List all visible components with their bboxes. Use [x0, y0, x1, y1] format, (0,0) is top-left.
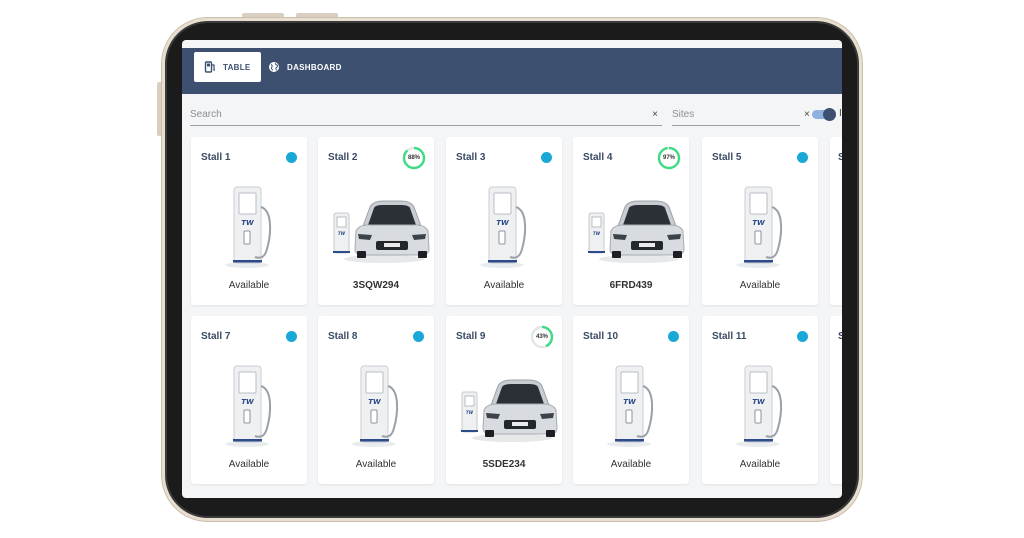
stall-name: Stall 1: [201, 152, 231, 163]
stall-name: Stall 3: [456, 152, 486, 163]
stall-status: Available: [739, 459, 781, 470]
stall-status: Available: [610, 459, 652, 470]
stall-card-partial[interactable]: S: [830, 137, 842, 305]
toggle-label: I: [839, 108, 842, 119]
stall-status: Available: [739, 280, 781, 291]
globe-icon: [269, 62, 279, 72]
clear-sites-button[interactable]: ×: [804, 109, 810, 120]
stall-card[interactable]: Stall 7 TW Available: [191, 316, 307, 484]
sites-input[interactable]: [672, 105, 804, 124]
ev-charger-image: TW: [191, 177, 307, 272]
stall-card[interactable]: Stall 2 88% TW 3SQW294: [318, 137, 434, 305]
toggle-knob: [823, 108, 836, 121]
stall-status: Available: [355, 459, 397, 470]
stall-name: Stall 9: [456, 331, 486, 342]
car-charging-image: TW: [573, 177, 689, 272]
charge-progress-ring: 88%: [402, 146, 426, 170]
svg-text:TW: TW: [241, 219, 254, 227]
stall-status: Available: [228, 459, 270, 470]
stall-card[interactable]: Stall 8 TW Available: [318, 316, 434, 484]
stall-name-partial: S: [838, 152, 842, 163]
available-status-dot: [541, 152, 552, 163]
stall-card[interactable]: Stall 4 97% TW 6FRD439: [573, 137, 689, 305]
available-status-dot: [797, 331, 808, 342]
stall-name: Stall 5: [712, 152, 742, 163]
ev-charger-icon: [204, 61, 215, 73]
svg-text:TW: TW: [752, 398, 765, 406]
charge-percent-label: 43%: [535, 334, 548, 340]
svg-text:TW: TW: [752, 219, 765, 227]
available-status-dot: [797, 152, 808, 163]
stall-card[interactable]: Stall 9 43% TW 5SDE234: [446, 316, 562, 484]
app-screen: TABLE DASHBOARD × × I Stall 1 TW Available…: [182, 40, 842, 498]
available-status-dot: [286, 331, 297, 342]
stall-card[interactable]: Stall 5 TW Available: [702, 137, 818, 305]
view-toggle[interactable]: [810, 108, 836, 121]
available-status-dot: [286, 152, 297, 163]
stall-status: Available: [228, 280, 270, 291]
top-nav-bar: TABLE DASHBOARD: [182, 48, 842, 94]
stall-name: Stall 4: [583, 152, 613, 163]
stall-name: Stall 10: [583, 331, 619, 342]
charge-percent-label: 97%: [662, 155, 675, 161]
svg-text:TW: TW: [623, 398, 636, 406]
svg-text:TW: TW: [368, 398, 381, 406]
stall-card[interactable]: Stall 1 TW Available: [191, 137, 307, 305]
stall-name: Stall 8: [328, 331, 358, 342]
stall-name-partial: S: [838, 331, 842, 342]
sites-field: ×: [672, 104, 810, 126]
svg-text:TW: TW: [466, 410, 474, 415]
stall-card[interactable]: Stall 10 TW Available: [573, 316, 689, 484]
stall-status: Available: [483, 280, 525, 291]
available-status-dot: [413, 331, 424, 342]
stall-name: Stall 2: [328, 152, 358, 163]
car-charging-image: TW: [318, 177, 434, 272]
svg-text:TW: TW: [496, 219, 509, 227]
stall-card[interactable]: Stall 3 TW Available: [446, 137, 562, 305]
ev-charger-image: TW: [573, 356, 689, 451]
charge-progress-ring: 97%: [657, 146, 681, 170]
charge-percent-label: 88%: [407, 155, 420, 161]
ev-charger-image: TW: [702, 356, 818, 451]
license-plate: 5SDE234: [482, 459, 526, 470]
svg-text:TW: TW: [593, 231, 601, 236]
search-field: ×: [190, 104, 662, 126]
tab-dashboard-label: DASHBOARD: [287, 62, 342, 72]
charge-progress-ring: 43%: [530, 325, 554, 349]
license-plate: 6FRD439: [609, 280, 653, 291]
search-input[interactable]: [190, 105, 648, 124]
svg-text:TW: TW: [241, 398, 254, 406]
license-plate: 3SQW294: [352, 280, 400, 291]
tab-dashboard[interactable]: DASHBOARD: [258, 52, 352, 82]
ev-charger-image: TW: [318, 356, 434, 451]
stall-name: Stall 7: [201, 331, 231, 342]
ev-charger-image: TW: [191, 356, 307, 451]
ev-charger-image: TW: [446, 177, 562, 272]
car-charging-image: TW: [446, 356, 562, 451]
tab-table-label: TABLE: [223, 62, 251, 72]
svg-text:TW: TW: [338, 231, 346, 236]
tab-table[interactable]: TABLE: [194, 52, 261, 82]
available-status-dot: [668, 331, 679, 342]
clear-search-button[interactable]: ×: [648, 109, 662, 120]
stall-name: Stall 11: [712, 331, 747, 342]
stall-card[interactable]: Stall 11 TW Available: [702, 316, 818, 484]
ev-charger-image: TW: [702, 177, 818, 272]
stall-card-partial[interactable]: S: [830, 316, 842, 484]
